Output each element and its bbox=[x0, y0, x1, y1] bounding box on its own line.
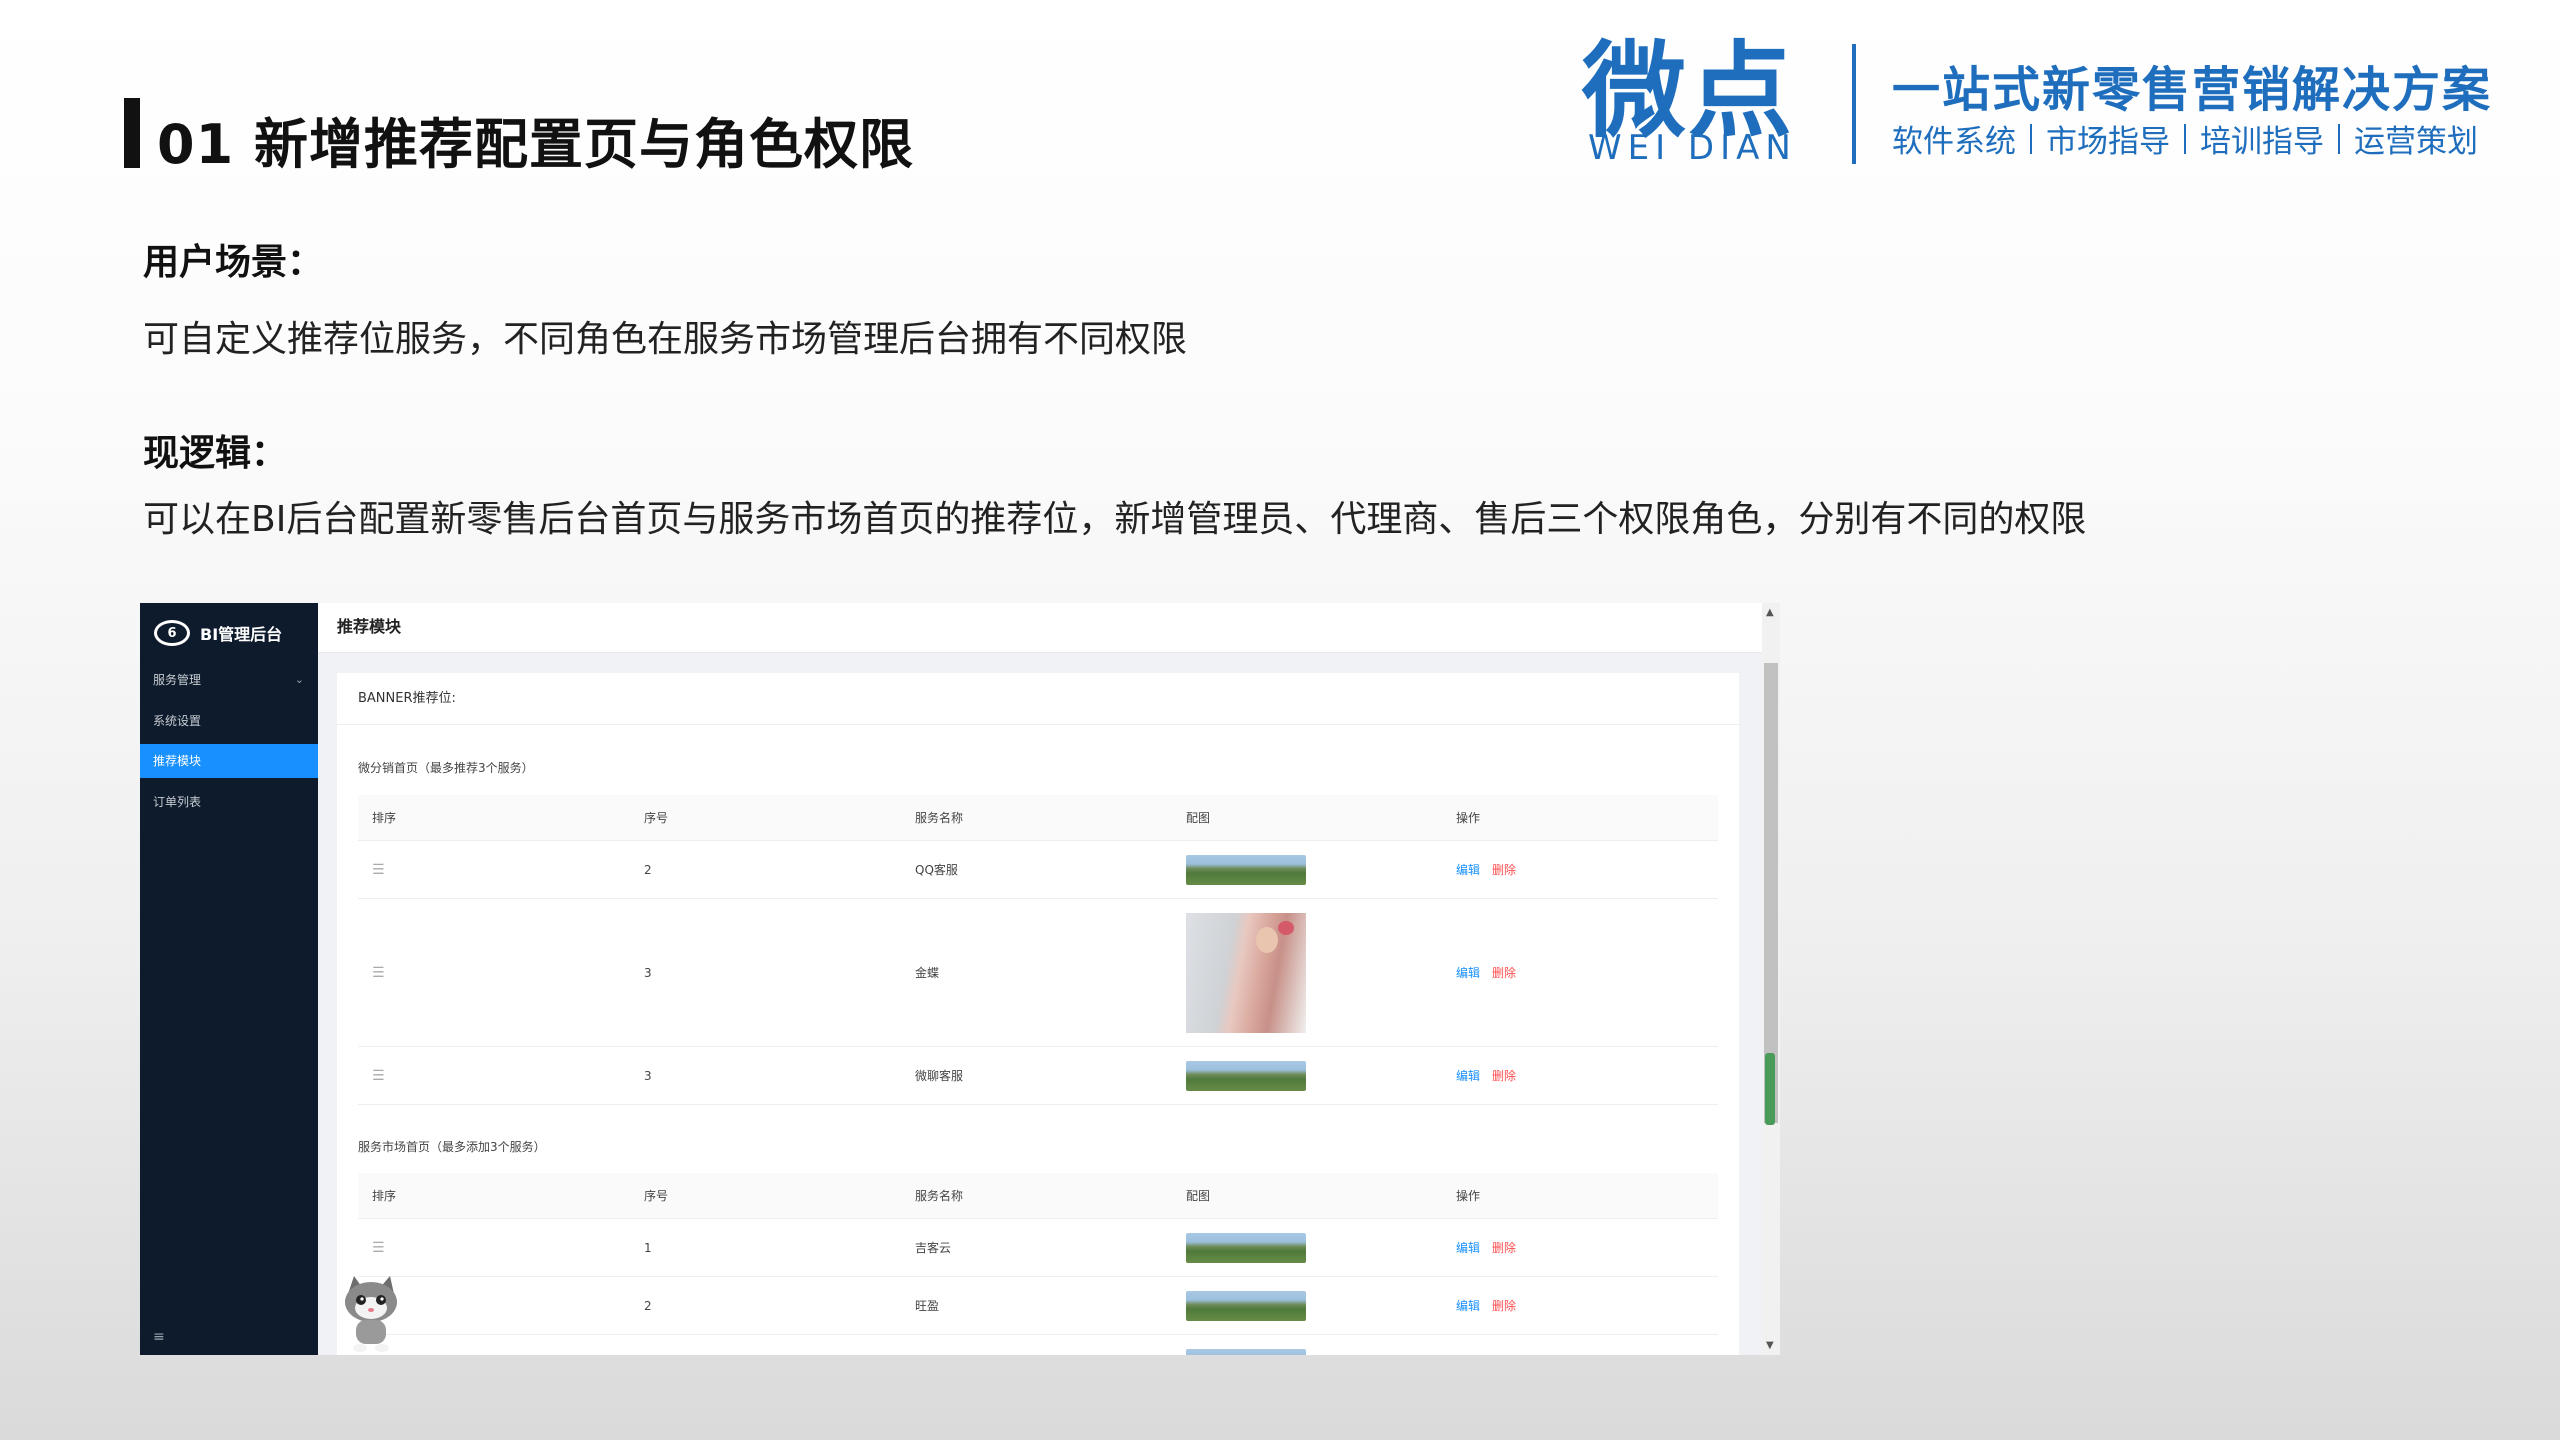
table-header-row: 排序 序号 服务名称 配图 操作 bbox=[358, 1173, 1718, 1219]
row-index: 2 bbox=[644, 862, 652, 877]
sidebar-item-system-settings[interactable]: 系统设置 bbox=[140, 704, 318, 738]
sidebar-item-recommend[interactable]: 推荐模块 bbox=[140, 744, 318, 778]
column-header: 操作 bbox=[1456, 1189, 1481, 1203]
column-header: 操作 bbox=[1456, 811, 1481, 825]
portrait-thumbnail bbox=[1186, 912, 1306, 1033]
app-logo-text: BI管理后台 bbox=[200, 625, 283, 644]
table-header-row: 排序 序号 服务名称 配图 操作 bbox=[358, 795, 1718, 841]
sidebar-item-label: 系统设置 bbox=[153, 714, 202, 728]
row-service-name: 金蝶 bbox=[915, 966, 940, 980]
logic-heading: 现逻辑： bbox=[143, 433, 288, 474]
row-service-name: 吉客云 bbox=[915, 1241, 952, 1255]
column-header: 配图 bbox=[1186, 1189, 1211, 1203]
scenario-heading: 用户场景： bbox=[143, 242, 324, 283]
drag-handle-icon[interactable]: ☰ bbox=[372, 862, 385, 878]
brand-service-separator bbox=[2030, 123, 2032, 154]
row-index: 3 bbox=[644, 1068, 652, 1083]
slide-title: 01 新增推荐配置页与角色权限 bbox=[157, 113, 914, 176]
landscape-thumbnail bbox=[1186, 1232, 1306, 1263]
column-header: 序号 bbox=[644, 811, 669, 825]
app-logo[interactable]: 6 BI管理后台 bbox=[154, 613, 282, 653]
brand-services: 软件系统 市场指导 培训指导 运营策划 bbox=[1892, 116, 2478, 161]
logo-icon: 6 bbox=[154, 620, 190, 646]
delete-link[interactable]: 删除 bbox=[1492, 1299, 1516, 1313]
drag-handle-icon[interactable]: ☰ bbox=[372, 1240, 385, 1256]
landscape-thumbnail bbox=[1186, 854, 1306, 885]
table-row: ☰ 3 金蝶 编辑 删除 bbox=[358, 899, 1718, 1047]
table-row: ☰ 1 吉客云 编辑 删除 bbox=[358, 1219, 1718, 1277]
delete-link[interactable]: 删除 bbox=[1492, 863, 1516, 877]
delete-link[interactable]: 删除 bbox=[1492, 966, 1516, 980]
landscape-thumbnail bbox=[1186, 1290, 1306, 1321]
title-accent-bar bbox=[124, 98, 140, 168]
edit-link[interactable]: 编辑 bbox=[1456, 966, 1480, 980]
sidebar-item-label: 服务管理 bbox=[153, 673, 202, 687]
drag-handle-icon[interactable]: ☰ bbox=[372, 1068, 385, 1084]
row-index: 1 bbox=[644, 1240, 652, 1255]
collapse-menu-icon[interactable]: ≡ bbox=[153, 1329, 165, 1345]
table-row: ☰ 2 QQ客服 编辑 删除 bbox=[358, 841, 1718, 899]
recommend-card: BANNER推荐位: 微分销首页（最多推荐3个服务） 排序 序号 服务名称 配图… bbox=[337, 673, 1739, 1355]
sidebar-item-service-management[interactable] bbox=[140, 1261, 318, 1295]
table-row: ☰ 2 旺盈 编辑删除 bbox=[358, 1277, 1718, 1335]
vertical-scrollbar[interactable]: ▲ ▼ bbox=[1762, 603, 1780, 1355]
brand-service-item: 运营策划 bbox=[2354, 124, 2478, 160]
column-header: 配图 bbox=[1186, 811, 1211, 825]
header-title: 推荐模块 bbox=[337, 617, 402, 636]
card-title: BANNER推荐位: bbox=[337, 673, 1739, 725]
brand-slogan: 一站式新零售营销解决方案 bbox=[1892, 62, 2493, 118]
sidebar-item-label: 推荐模块 bbox=[153, 754, 202, 768]
logic-text: 可以在BI后台配置新零售后台首页与服务市场首页的推荐位，新增管理员、代理商、售后… bbox=[143, 499, 2087, 540]
row-service-name: 旺盈 bbox=[915, 1299, 940, 1313]
scenario-text: 可自定义推荐位服务，不同角色在服务市场管理后台拥有不同权限 bbox=[143, 319, 1188, 360]
column-header: 序号 bbox=[644, 1189, 669, 1203]
landscape-thumbnail bbox=[1186, 1348, 1306, 1355]
edit-link[interactable]: 编辑 bbox=[1456, 1241, 1480, 1255]
scroll-indicator bbox=[1765, 1053, 1775, 1125]
sidebar-item-service-mgmt[interactable]: 服务管理 ⌄ bbox=[140, 663, 318, 697]
brand-service-item: 培训指导 bbox=[2200, 124, 2324, 160]
cat-mascot-icon bbox=[345, 1276, 397, 1352]
column-header: 服务名称 bbox=[915, 811, 964, 825]
sidebar: 6 BI管理后台 服务管理 ⌄ 系统设置 推荐模块 订单列表 ≡ bbox=[140, 603, 318, 1355]
section-label: 服务市场首页（最多添加3个服务） bbox=[358, 1140, 546, 1154]
scroll-up-icon[interactable]: ▲ bbox=[1766, 607, 1774, 618]
table-row: ☰ 3 百里 编辑删除 bbox=[358, 1335, 1718, 1355]
brand-divider bbox=[1852, 44, 1856, 164]
edit-link[interactable]: 编辑 bbox=[1456, 1299, 1480, 1313]
column-header: 排序 bbox=[372, 1189, 397, 1203]
edit-link[interactable]: 编辑 bbox=[1456, 1069, 1480, 1083]
brand-service-separator bbox=[2338, 123, 2340, 154]
section-label: 微分销首页（最多推荐3个服务） bbox=[358, 761, 534, 775]
sidebar-item-orders[interactable]: 订单列表 bbox=[140, 785, 318, 819]
row-index: 2 bbox=[644, 1298, 652, 1313]
brand-service-separator bbox=[2184, 123, 2186, 154]
admin-screenshot: 6 BI管理后台 服务管理 ⌄ 系统设置 推荐模块 订单列表 ≡ 推荐模块 BA… bbox=[140, 603, 1780, 1355]
recommend-table: 排序 序号 服务名称 配图 操作 ☰ 1 吉客云 编辑删除 ☰ 2 旺盈 编辑删… bbox=[358, 1173, 1718, 1355]
column-header: 服务名称 bbox=[915, 1189, 964, 1203]
row-service-name: QQ客服 bbox=[915, 863, 958, 877]
row-service-name: 微聊客服 bbox=[915, 1069, 964, 1083]
delete-link[interactable]: 删除 bbox=[1492, 1069, 1516, 1083]
row-index: 3 bbox=[644, 965, 652, 980]
sidebar-item-label: 订单列表 bbox=[153, 795, 202, 809]
brand-block: 微点 WEI DIAN 一站式新零售营销解决方案 软件系统 市场指导 培训指导 … bbox=[1582, 36, 2542, 168]
top-header bbox=[318, 603, 1768, 653]
scroll-down-icon[interactable]: ▼ bbox=[1766, 1340, 1774, 1351]
brand-service-item: 软件系统 bbox=[1892, 124, 2016, 160]
column-header: 排序 bbox=[372, 811, 397, 825]
table-row: ☰ 3 微聊客服 编辑 删除 bbox=[358, 1047, 1718, 1105]
landscape-thumbnail bbox=[1186, 1060, 1306, 1091]
edit-link[interactable]: 编辑 bbox=[1456, 863, 1480, 877]
recommend-table: 排序 序号 服务名称 配图 操作 ☰ 2 QQ客服 编辑 删除 ☰ 3 金蝶 编辑… bbox=[358, 795, 1718, 1105]
chevron-down-icon: ⌄ bbox=[294, 673, 304, 686]
brand-logo-en: WEI DIAN bbox=[1588, 128, 1797, 168]
delete-link[interactable]: 删除 bbox=[1492, 1241, 1516, 1255]
brand-service-item: 市场指导 bbox=[2046, 124, 2170, 160]
drag-handle-icon[interactable]: ☰ bbox=[372, 965, 385, 981]
